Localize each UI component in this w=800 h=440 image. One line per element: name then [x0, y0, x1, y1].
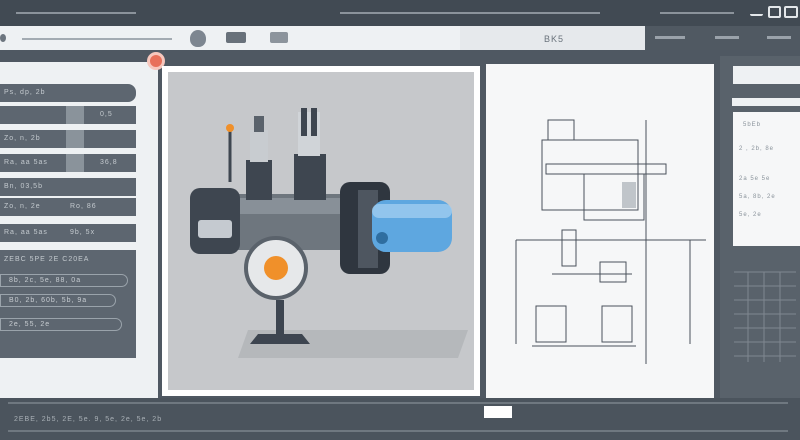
- menu-icon[interactable]: [0, 34, 6, 42]
- status-text: 2EBE, 2b5, 2E, 5e. 9, 5e, 2e, 5e, 2b: [14, 416, 163, 423]
- field-label: 8b, 2c, 5e, 88, 0a: [9, 277, 82, 284]
- card-row: 2a 5e 5e: [739, 176, 771, 182]
- 3d-viewport[interactable]: [168, 72, 474, 390]
- field-label: 2e, 55, 2e: [9, 321, 51, 328]
- sidebar-item[interactable]: Zo, n, 2e Ro, 86: [0, 198, 136, 216]
- right-panel-card[interactable]: 5bEb 2 , 2b, 8e 2a 5e 5e 5a, 8b, 2e 5e, …: [733, 112, 800, 246]
- sidebar-item[interactable]: Zo, n, 2b: [0, 130, 136, 148]
- orange-knob: [264, 256, 288, 280]
- sidebar-item-value: Ro, 86: [70, 203, 97, 210]
- title-line: [660, 12, 734, 14]
- toolbar-dark-section: [645, 26, 800, 50]
- color-swatch[interactable]: [66, 106, 84, 124]
- sidebar-item[interactable]: Ra, aa 5as 36,8: [0, 154, 136, 172]
- sidebar-item[interactable]: Bn, 03,5b: [0, 178, 136, 196]
- status-button[interactable]: [484, 406, 512, 418]
- sidebar-item-label: Zo, n, 2b: [4, 135, 41, 142]
- card-row: 5e, 2e: [739, 212, 762, 218]
- sidebar-item-label: Ra, aa 5as: [4, 229, 48, 236]
- minimize-icon[interactable]: [750, 6, 763, 16]
- toolbar-button[interactable]: [270, 32, 288, 43]
- sidebar-item-label: Zo, n, 2e: [4, 203, 41, 210]
- right-panel-grid: [734, 271, 796, 362]
- sidebar-item[interactable]: Ps, dp, 2b: [0, 84, 136, 102]
- card-row: 2 , 2b, 8e: [739, 146, 775, 152]
- restore-icon[interactable]: [784, 6, 798, 18]
- right-panel-header[interactable]: [733, 66, 800, 84]
- sidebar-field[interactable]: 2e, 55, 2e: [0, 318, 122, 331]
- technical-drawing-panel[interactable]: [486, 64, 714, 398]
- toolbar-text-line: [22, 38, 172, 40]
- connector: [250, 130, 268, 162]
- drop-icon[interactable]: [190, 30, 206, 47]
- card-row: 5a, 8b, 2e: [739, 194, 776, 200]
- upper-block: [294, 154, 326, 200]
- stand-base: [250, 334, 310, 344]
- color-swatch[interactable]: [66, 130, 84, 148]
- sidebar-item[interactable]: 0,5: [0, 106, 136, 124]
- technical-drawing: [515, 119, 706, 364]
- color-swatch[interactable]: [66, 154, 84, 172]
- sidebar-field[interactable]: 8b, 2c, 5e, 88, 0a: [0, 274, 128, 287]
- status-bar: 2EBE, 2b5, 2E, 5e. 9, 5e, 2e, 5e, 2b: [0, 398, 800, 440]
- sidebar-item-label: Ra, aa 5as: [4, 159, 48, 166]
- upper-block: [246, 160, 272, 200]
- machine-model[interactable]: [168, 72, 474, 390]
- sidebar-item[interactable]: Ra, aa 5as 9b, 5x: [0, 224, 136, 242]
- toolbar-button[interactable]: [226, 32, 246, 43]
- toolbar-badge: BK5: [544, 34, 565, 44]
- maximize-icon[interactable]: [768, 6, 781, 18]
- sidebar-item-value: 36,8: [100, 159, 118, 166]
- sidebar-item-label: Bn, 03,5b: [4, 183, 43, 190]
- sidebar-item-value: 9b, 5x: [70, 229, 96, 236]
- right-panel-bar: [732, 98, 800, 106]
- sidebar-field[interactable]: B0, 2b, 60b, 5b, 9a: [0, 294, 116, 307]
- section-title: ZEBC 5PE 2E C20EA: [4, 256, 90, 263]
- field-label: B0, 2b, 60b, 5b, 9a: [9, 297, 88, 304]
- sidebar-item-value: 0,5: [100, 111, 113, 118]
- title-line: [16, 12, 136, 14]
- title-line: [340, 12, 600, 14]
- title-bar: [0, 0, 800, 26]
- sidebar-item-label: Ps, dp, 2b: [4, 89, 46, 96]
- card-title: 5bEb: [743, 122, 762, 128]
